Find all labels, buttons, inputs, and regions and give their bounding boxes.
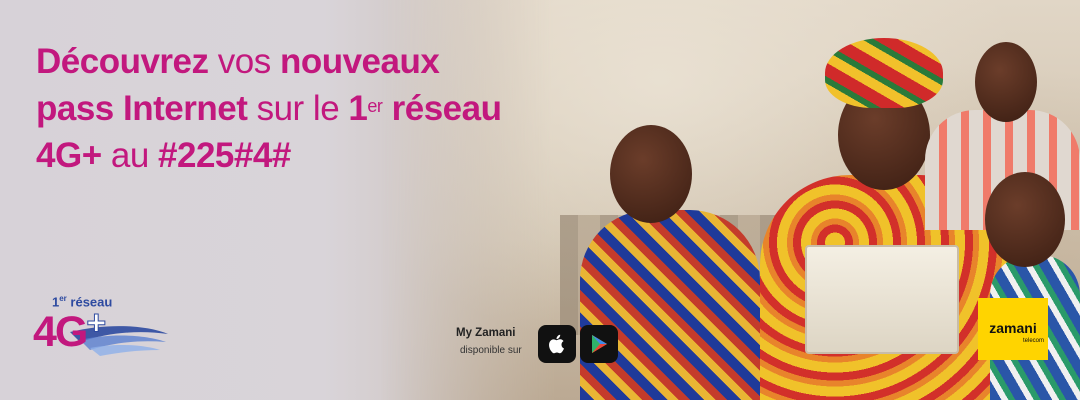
headline-text: sur le [247, 89, 349, 128]
headline-line-2: pass Internet sur le 1er réseau [36, 85, 636, 132]
tech-label: 4G [33, 308, 88, 356]
headline-text: réseau [382, 89, 502, 128]
ussd-code: #225#4# [158, 136, 291, 175]
google-play-icon[interactable] [580, 325, 618, 363]
headline-text: 1 [348, 89, 368, 128]
apple-logo-icon [549, 334, 564, 354]
headline-text: 4G+ [36, 136, 102, 175]
headline-text: au [101, 136, 159, 175]
headline-text: vos [208, 42, 280, 81]
play-triangle-icon [592, 335, 607, 353]
headline-line-1: Découvrez vos nouveaux [36, 38, 636, 85]
app-name: My Zamani [456, 327, 516, 339]
app-availability: disponible sur [460, 345, 522, 356]
headline: Découvrez vos nouveaux pass Internet sur… [36, 38, 636, 179]
network-4g-mark: 4G+ [33, 304, 107, 357]
woman-headwrap [825, 38, 943, 108]
girl-top-right-face [975, 42, 1037, 122]
apple-icon[interactable] [538, 325, 576, 363]
plus-sign: + [86, 304, 107, 343]
girl-bottom-right-face [985, 172, 1065, 267]
headline-text: Découvrez [36, 42, 209, 81]
brand-name: zamani [989, 320, 1037, 336]
rank-superscript: er [59, 294, 67, 303]
headline-text: pass Internet [36, 89, 248, 128]
brand-tagline: telecom [1022, 338, 1044, 344]
headline-superscript: er [367, 96, 383, 116]
ad-banner[interactable]: Découvrez vos nouveaux pass Internet sur… [0, 0, 1080, 400]
headline-line-3: 4G+ au #225#4# [36, 132, 636, 179]
zamani-logo[interactable]: zamani telecom [978, 298, 1048, 360]
headline-text: nouveaux [279, 42, 440, 81]
laptop [805, 245, 959, 354]
teen-girl-dress [580, 210, 760, 400]
